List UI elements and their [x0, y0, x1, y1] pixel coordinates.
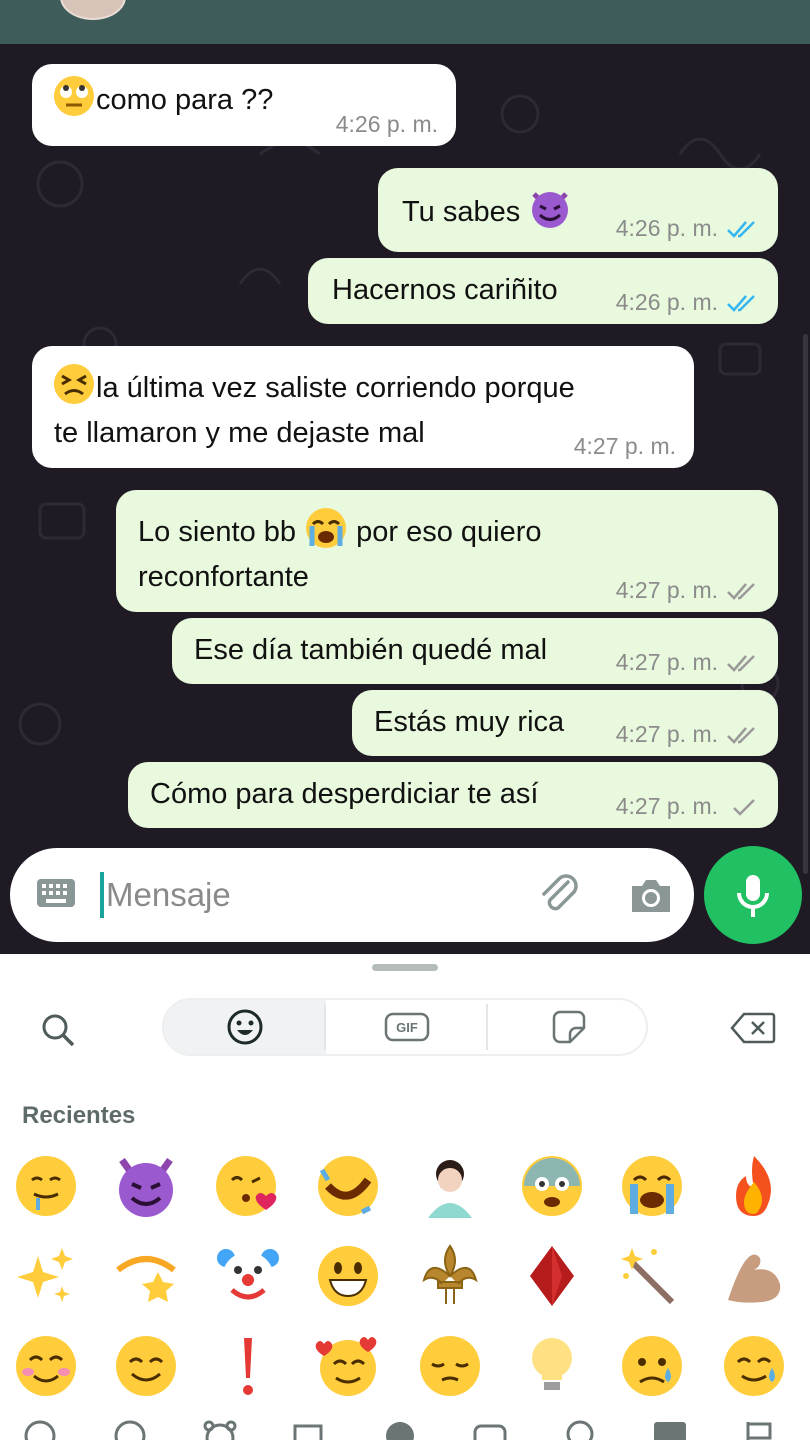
- animals-category-icon[interactable]: [202, 1418, 238, 1440]
- message-text-line2: te llamaron y me dejaste mal: [54, 417, 425, 449]
- sent-tick-icon: [733, 798, 755, 816]
- svg-text:GIF: GIF: [396, 1020, 418, 1035]
- activities-category-icon[interactable]: [382, 1418, 418, 1440]
- message-time: 4:26 p. m.: [615, 289, 718, 315]
- message-time: 4:27 p. m.: [573, 433, 676, 459]
- message-text: Tu sabes: [402, 196, 521, 228]
- facepalm-emoji[interactable]: [414, 1150, 486, 1222]
- flags-category-icon[interactable]: [742, 1418, 778, 1440]
- rofl-emoji[interactable]: [312, 1150, 384, 1222]
- attach-icon[interactable]: [538, 872, 582, 920]
- chat-header: [0, 0, 810, 44]
- delivered-ticks-icon: [727, 654, 755, 672]
- search-icon[interactable]: [40, 1012, 76, 1048]
- rolling-eyes-icon: [54, 76, 94, 116]
- persevering-face-icon: [54, 364, 94, 404]
- camera-icon[interactable]: [628, 876, 674, 916]
- fleur-de-lis-emoji[interactable]: [414, 1240, 486, 1312]
- loudly-crying-icon: [306, 508, 347, 548]
- message-text-line1: la última vez saliste corriendo porque: [96, 372, 575, 404]
- symbols-category-icon[interactable]: [652, 1418, 688, 1440]
- read-ticks-icon: [727, 220, 755, 238]
- clown-emoji[interactable]: [212, 1240, 284, 1312]
- backspace-icon[interactable]: [730, 1012, 776, 1044]
- contact-avatar[interactable]: [60, 0, 126, 20]
- message-time: 4:27 p. m.: [615, 793, 718, 819]
- sticker-icon: [552, 1010, 586, 1044]
- message-outgoing[interactable]: Cómo para desperdiciar te así 4:27 p. m.: [128, 762, 778, 828]
- grinning-face-emoji[interactable]: [312, 1240, 384, 1312]
- delivered-ticks-icon: [727, 582, 755, 600]
- message-text: Estás muy rica: [374, 706, 565, 738]
- message-text: Cómo para desperdiciar te así: [150, 778, 539, 810]
- tab-emoji[interactable]: [164, 1000, 326, 1054]
- chat-scrollbar[interactable]: [803, 334, 808, 874]
- loudly-crying-emoji[interactable]: [616, 1150, 688, 1222]
- smiling-face-emoji[interactable]: [110, 1330, 182, 1402]
- emoji-panel: GIF Recientes: [0, 954, 810, 1440]
- smiling-devil-icon: [532, 192, 569, 228]
- tab-gif[interactable]: GIF: [326, 1000, 488, 1054]
- message-text-part2: por eso quiero: [356, 516, 542, 548]
- fearful-face-emoji[interactable]: [516, 1150, 588, 1222]
- message-input[interactable]: [106, 870, 506, 920]
- exclamation-emoji[interactable]: [212, 1330, 284, 1402]
- message-time: 4:26 p. m.: [335, 111, 438, 137]
- magic-wand-emoji[interactable]: [616, 1240, 688, 1312]
- tab-sticker[interactable]: [488, 1000, 650, 1054]
- message-text: Hacernos cariñito: [332, 274, 558, 306]
- chat-area[interactable]: como para ?? 4:26 p. m. Tu sabes 4:26 p.…: [0, 44, 810, 954]
- smiling-devil-emoji[interactable]: [110, 1150, 182, 1222]
- sparkles-emoji[interactable]: [10, 1240, 82, 1312]
- emoji-type-tabs: GIF: [162, 998, 648, 1056]
- food-category-icon[interactable]: [292, 1418, 328, 1440]
- fire-emoji[interactable]: [718, 1150, 790, 1222]
- delivered-ticks-icon: [727, 726, 755, 744]
- gif-icon: GIF: [384, 1012, 430, 1042]
- sad-tear-emoji[interactable]: [616, 1330, 688, 1402]
- message-time: 4:26 p. m.: [615, 215, 718, 241]
- drooling-face-emoji[interactable]: [10, 1150, 82, 1222]
- message-time: 4:27 p. m.: [615, 649, 718, 675]
- voice-record-button[interactable]: [704, 846, 802, 944]
- smileys-category-icon[interactable]: [112, 1418, 148, 1440]
- travel-category-icon[interactable]: [472, 1418, 508, 1440]
- message-text: Ese día también quedé mal: [194, 634, 548, 666]
- message-time: 4:27 p. m.: [615, 577, 718, 603]
- flexed-biceps-emoji[interactable]: [718, 1240, 790, 1312]
- message-time: 4:27 p. m.: [615, 721, 718, 747]
- panel-drag-handle[interactable]: [372, 964, 438, 971]
- dizzy-star-emoji[interactable]: [110, 1240, 182, 1312]
- emoji-category-bar: [0, 1412, 810, 1440]
- message-incoming[interactable]: como para ?? 4:26 p. m.: [32, 64, 456, 146]
- keyboard-icon[interactable]: [36, 878, 76, 908]
- message-outgoing[interactable]: Lo siento bb por eso quiero reconfortant…: [116, 490, 778, 612]
- recent-category-icon[interactable]: [22, 1418, 58, 1440]
- recent-section-label: Recientes: [22, 1102, 136, 1129]
- message-text-line2: reconfortante: [138, 561, 309, 593]
- message-outgoing[interactable]: Tu sabes 4:26 p. m.: [378, 168, 778, 252]
- message-outgoing[interactable]: Hacernos cariñito 4:26 p. m.: [308, 258, 778, 324]
- message-text: como para ??: [96, 84, 274, 116]
- smiley-icon: [227, 1009, 263, 1045]
- pensive-face-emoji[interactable]: [414, 1330, 486, 1402]
- message-text-part1: Lo siento bb: [138, 516, 297, 548]
- smiling-tear-emoji[interactable]: [718, 1330, 790, 1402]
- text-caret: [100, 872, 104, 918]
- smiling-hearts-emoji[interactable]: [312, 1330, 384, 1402]
- microphone-icon: [737, 875, 769, 917]
- message-composer: [10, 848, 694, 942]
- message-outgoing[interactable]: Estás muy rica 4:27 p. m.: [352, 690, 778, 756]
- light-bulb-emoji[interactable]: [516, 1330, 588, 1402]
- read-ticks-icon: [727, 294, 755, 312]
- red-diamond-emoji[interactable]: [516, 1240, 588, 1312]
- kissing-heart-emoji[interactable]: [212, 1150, 284, 1222]
- objects-category-icon[interactable]: [562, 1418, 598, 1440]
- message-incoming[interactable]: la última vez saliste corriendo porque t…: [32, 346, 694, 468]
- message-outgoing[interactable]: Ese día también quedé mal 4:27 p. m.: [172, 618, 778, 684]
- smiling-blush-emoji[interactable]: [10, 1330, 82, 1402]
